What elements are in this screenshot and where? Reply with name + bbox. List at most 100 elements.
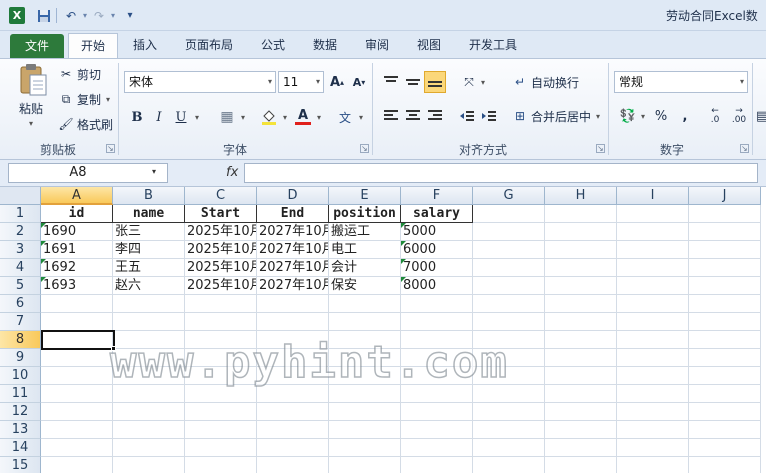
cell-f11[interactable]	[401, 385, 473, 403]
row-header-7[interactable]: 7	[0, 313, 41, 331]
cell-f4[interactable]: 7000	[401, 259, 473, 277]
cell-d14[interactable]	[257, 439, 329, 457]
cell-e8[interactable]	[329, 331, 401, 349]
cell-g9[interactable]	[473, 349, 545, 367]
cell-j4[interactable]	[689, 259, 761, 277]
tab-file[interactable]: 文件	[10, 34, 64, 58]
cell-i2[interactable]	[617, 223, 689, 241]
cell-j9[interactable]	[689, 349, 761, 367]
percent-style-button[interactable]: %	[650, 105, 672, 127]
phonetic-guide-button[interactable]: 文	[334, 106, 356, 128]
row-header-2[interactable]: 2	[0, 223, 41, 241]
cell-f8[interactable]	[401, 331, 473, 349]
cell-d5[interactable]: 2027年10月	[257, 277, 329, 295]
increase-indent-icon[interactable]	[478, 105, 500, 127]
accounting-dropdown-icon[interactable]: ▾	[638, 105, 648, 127]
name-box-dropdown-icon[interactable]: ▾	[152, 167, 156, 176]
fill-color-button[interactable]	[258, 106, 280, 128]
cell-b10[interactable]	[113, 367, 185, 385]
number-format-dropdown[interactable]: 常规 ▾	[614, 71, 748, 93]
grow-font-button[interactable]: A ▴	[326, 71, 348, 93]
cell-h7[interactable]	[545, 313, 617, 331]
row-header-14[interactable]: 14	[0, 439, 41, 457]
cell-a15[interactable]	[41, 457, 113, 473]
fill-color-dropdown-icon[interactable]: ▾	[280, 106, 290, 128]
orientation-icon[interactable]: ⤧	[458, 71, 480, 93]
column-header-a[interactable]: A	[41, 187, 113, 205]
cell-c14[interactable]	[185, 439, 257, 457]
cell-h4[interactable]	[545, 259, 617, 277]
cell-a2[interactable]: 1690	[41, 223, 113, 241]
cell-f3[interactable]: 6000	[401, 241, 473, 259]
cell-h1[interactable]	[545, 205, 617, 223]
cell-i1[interactable]	[617, 205, 689, 223]
align-center-icon[interactable]	[402, 105, 424, 127]
save-icon[interactable]	[36, 7, 52, 24]
bold-button[interactable]: B	[126, 106, 148, 128]
cell-e11[interactable]	[329, 385, 401, 403]
cell-b4[interactable]: 王五	[113, 259, 185, 277]
tab-formulas[interactable]: 公式	[250, 33, 296, 58]
cell-h11[interactable]	[545, 385, 617, 403]
cell-c8[interactable]	[185, 331, 257, 349]
cell-j13[interactable]	[689, 421, 761, 439]
row-header-12[interactable]: 12	[0, 403, 41, 421]
fill-handle[interactable]	[111, 346, 116, 351]
cell-g10[interactable]	[473, 367, 545, 385]
cell-c13[interactable]	[185, 421, 257, 439]
italic-button[interactable]: I	[148, 106, 170, 128]
cell-f10[interactable]	[401, 367, 473, 385]
cell-a14[interactable]	[41, 439, 113, 457]
cell-d12[interactable]	[257, 403, 329, 421]
cell-j1[interactable]	[689, 205, 761, 223]
merge-dropdown-icon[interactable]: ▾	[596, 112, 600, 121]
cell-h5[interactable]	[545, 277, 617, 295]
cell-d1[interactable]: End	[257, 205, 329, 223]
cell-d9[interactable]	[257, 349, 329, 367]
undo-icon[interactable]: ↶	[60, 7, 82, 24]
cell-c15[interactable]	[185, 457, 257, 473]
phonetic-dropdown-icon[interactable]: ▾	[356, 106, 366, 128]
tab-review[interactable]: 审阅	[354, 33, 400, 58]
cell-c4[interactable]: 2025年10月	[185, 259, 257, 277]
cell-a3[interactable]: 1691	[41, 241, 113, 259]
redo-icon[interactable]: ↷	[88, 7, 110, 24]
cell-i14[interactable]	[617, 439, 689, 457]
customize-quick-access-icon[interactable]: ▾	[125, 7, 135, 24]
cell-i10[interactable]	[617, 367, 689, 385]
cell-d7[interactable]	[257, 313, 329, 331]
cell-c11[interactable]	[185, 385, 257, 403]
cell-i12[interactable]	[617, 403, 689, 421]
cell-e10[interactable]	[329, 367, 401, 385]
cell-i8[interactable]	[617, 331, 689, 349]
cell-a12[interactable]	[41, 403, 113, 421]
cell-e1[interactable]: position	[329, 205, 401, 223]
alignment-launcher-icon[interactable]: ↘	[596, 144, 605, 153]
cell-a13[interactable]	[41, 421, 113, 439]
cell-h10[interactable]	[545, 367, 617, 385]
cell-d8[interactable]	[257, 331, 329, 349]
cell-a7[interactable]	[41, 313, 113, 331]
cell-g4[interactable]	[473, 259, 545, 277]
cell-i15[interactable]	[617, 457, 689, 473]
cell-i7[interactable]	[617, 313, 689, 331]
cell-c10[interactable]	[185, 367, 257, 385]
tab-developer[interactable]: 开发工具	[458, 33, 528, 58]
row-header-11[interactable]: 11	[0, 385, 41, 403]
tab-data[interactable]: 数据	[302, 33, 348, 58]
row-header-5[interactable]: 5	[0, 277, 41, 295]
row-header-15[interactable]: 15	[0, 457, 41, 473]
cell-e6[interactable]	[329, 295, 401, 313]
cell-g7[interactable]	[473, 313, 545, 331]
cell-b2[interactable]: 张三	[113, 223, 185, 241]
tab-page-layout[interactable]: 页面布局	[174, 33, 244, 58]
cell-f6[interactable]	[401, 295, 473, 313]
cell-d2[interactable]: 2027年10月	[257, 223, 329, 241]
number-launcher-icon[interactable]: ↘	[740, 144, 749, 153]
cell-d4[interactable]: 2027年10月	[257, 259, 329, 277]
cell-g11[interactable]	[473, 385, 545, 403]
shrink-font-button[interactable]: A ▾	[348, 71, 370, 93]
cell-h14[interactable]	[545, 439, 617, 457]
font-launcher-icon[interactable]: ↘	[360, 144, 369, 153]
cell-b15[interactable]	[113, 457, 185, 473]
